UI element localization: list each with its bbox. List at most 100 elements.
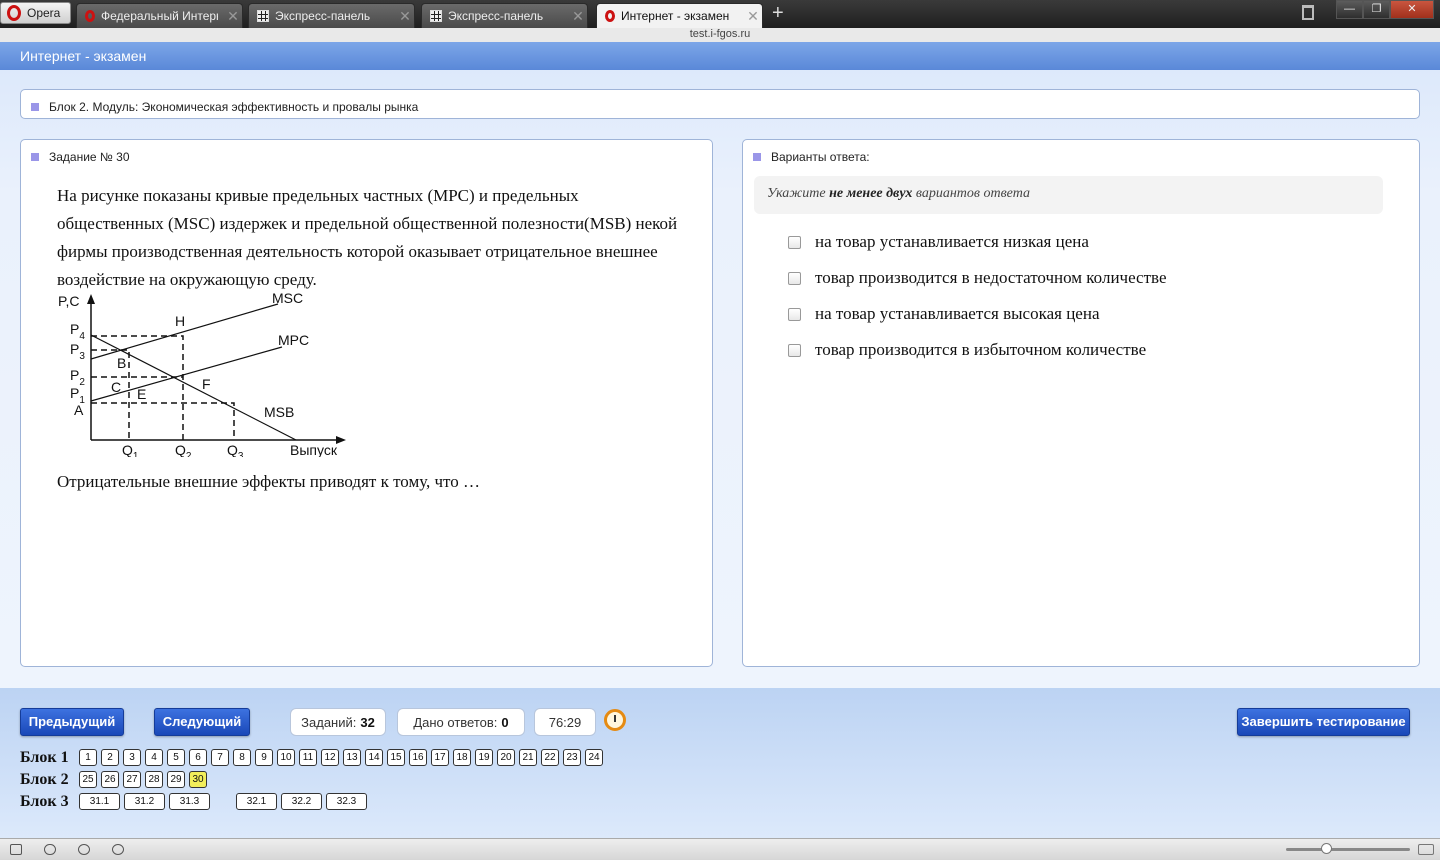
checkbox[interactable] bbox=[788, 343, 801, 357]
point-label-e: E bbox=[137, 386, 146, 402]
question-nav-button[interactable]: 31.2 bbox=[124, 793, 165, 810]
answer-option[interactable]: товар производится в избыточном количест… bbox=[753, 332, 1409, 368]
finish-test-button[interactable]: Завершить тестирование bbox=[1237, 708, 1410, 736]
y-axis-arrow bbox=[87, 294, 95, 304]
maximize-button[interactable]: ❐ bbox=[1363, 0, 1390, 19]
question-nav-button[interactable]: 21 bbox=[519, 749, 537, 766]
block-title: Блок 2. Модуль: Экономическая эффективно… bbox=[49, 100, 419, 114]
speed-dial-icon bbox=[257, 10, 269, 22]
tab-3[interactable]: Экспресс-панель ✕ bbox=[421, 3, 588, 28]
answer-option[interactable]: товар производится в недостаточном колич… bbox=[753, 260, 1409, 296]
prev-button[interactable]: Предыдущий bbox=[20, 708, 124, 736]
option-label[interactable]: на товар устанавливается высокая цена bbox=[815, 304, 1100, 324]
new-tab-button[interactable]: + bbox=[772, 2, 784, 25]
question-nav-button[interactable]: 32.1 bbox=[236, 793, 277, 810]
trash-icon[interactable] bbox=[1302, 5, 1314, 20]
next-button[interactable]: Следующий bbox=[154, 708, 250, 736]
x-tick-q1: Q1 bbox=[122, 442, 139, 457]
close-tab-icon[interactable]: ✕ bbox=[569, 8, 587, 25]
bullet-icon bbox=[753, 153, 761, 161]
option-label[interactable]: на товар устанавливается низкая цена bbox=[815, 232, 1089, 252]
option-label[interactable]: товар производится в недостаточном колич… bbox=[815, 268, 1167, 288]
question-nav-button[interactable]: 7 bbox=[211, 749, 229, 766]
checkbox[interactable] bbox=[788, 271, 801, 285]
question-nav-button[interactable]: 26 bbox=[101, 771, 119, 788]
opera-menu-label: Opera bbox=[27, 6, 61, 20]
x-axis-label: Выпуск bbox=[290, 442, 338, 457]
tab-4-active[interactable]: Интернет - экзамен ✕ bbox=[596, 3, 763, 28]
minimize-button[interactable]: — bbox=[1336, 0, 1363, 19]
panel-toggle-icon[interactable] bbox=[10, 844, 22, 855]
tab-2[interactable]: Экспресс-панель ✕ bbox=[248, 3, 415, 28]
opera-icon bbox=[85, 10, 95, 22]
opera-menu-button[interactable]: Opera bbox=[0, 2, 71, 24]
zoom-reset-icon[interactable] bbox=[1418, 844, 1434, 855]
question-nav-button[interactable]: 23 bbox=[563, 749, 581, 766]
question-nav-button[interactable]: 10 bbox=[277, 749, 295, 766]
curve-label-msc: MSC bbox=[272, 292, 303, 306]
browser-tab-bar: Opera Федеральный Интерн... ✕ Экспресс-п… bbox=[0, 0, 1440, 28]
tab-title: Интернет - экзамен bbox=[621, 9, 730, 23]
question-nav-button[interactable]: 31.3 bbox=[169, 793, 210, 810]
question-nav-button[interactable]: 6 bbox=[189, 749, 207, 766]
checkbox[interactable] bbox=[788, 235, 801, 249]
point-label-f: F bbox=[202, 376, 211, 392]
question-nav-button[interactable]: 19 bbox=[475, 749, 493, 766]
tab-title: Федеральный Интерн... bbox=[101, 9, 218, 23]
question-nav-button[interactable]: 32.2 bbox=[281, 793, 322, 810]
question-nav-button[interactable]: 30 bbox=[189, 771, 207, 788]
tasks-label: Заданий: bbox=[301, 714, 357, 730]
question-nav-button[interactable]: 14 bbox=[365, 749, 383, 766]
question-nav-button[interactable]: 22 bbox=[541, 749, 559, 766]
tasks-value: 32 bbox=[360, 714, 375, 730]
answer-option[interactable]: на товар устанавливается высокая цена bbox=[753, 296, 1409, 332]
close-tab-icon[interactable]: ✕ bbox=[224, 8, 242, 25]
cloud-icon[interactable] bbox=[44, 844, 56, 855]
question-nav-button[interactable]: 16 bbox=[409, 749, 427, 766]
block-1-nav: 1 2 3 4 5 6 7 8 9 10 11 12 13 14 15 16 17 18 19 20 21 22 23 24 bbox=[79, 749, 603, 766]
close-tab-icon[interactable]: ✕ bbox=[744, 8, 762, 25]
question-nav-button[interactable]: 25 bbox=[79, 771, 97, 788]
option-label[interactable]: товар производится в избыточном количест… bbox=[815, 340, 1146, 360]
question-nav-button[interactable]: 27 bbox=[123, 771, 141, 788]
y-axis-label: P,C bbox=[58, 293, 80, 309]
question-nav-button[interactable]: 9 bbox=[255, 749, 273, 766]
answer-hint: Укажите не менее двух вариантов ответа bbox=[754, 176, 1383, 214]
question-nav-button[interactable]: 31.1 bbox=[79, 793, 120, 810]
turbo-icon[interactable] bbox=[112, 844, 124, 855]
alarm-clock-icon bbox=[604, 709, 626, 731]
tab-1[interactable]: Федеральный Интерн... ✕ bbox=[76, 3, 243, 28]
question-nav-button[interactable]: 8 bbox=[233, 749, 251, 766]
question-nav-button[interactable]: 1 bbox=[79, 749, 97, 766]
zoom-slider-knob[interactable] bbox=[1321, 843, 1332, 854]
question-nav-button[interactable]: 24 bbox=[585, 749, 603, 766]
close-window-button[interactable]: ✕ bbox=[1390, 0, 1434, 19]
question-nav-button[interactable]: 3 bbox=[123, 749, 141, 766]
question-nav-button[interactable]: 29 bbox=[167, 771, 185, 788]
question-nav-button[interactable]: 12 bbox=[321, 749, 339, 766]
address-bar[interactable]: test.i-fgos.ru bbox=[0, 28, 1440, 42]
y-tick-p3: P3 bbox=[70, 341, 85, 362]
status-bar bbox=[0, 838, 1440, 860]
question-nav-button[interactable]: 5 bbox=[167, 749, 185, 766]
question-nav-button[interactable]: 17 bbox=[431, 749, 449, 766]
answer-option[interactable]: на товар устанавливается низкая цена bbox=[753, 224, 1409, 260]
question-panel: Задание № 30 На рисунке показаны кривые … bbox=[20, 139, 713, 667]
question-nav-button[interactable]: 20 bbox=[497, 749, 515, 766]
block-2-nav: 25 26 27 28 29 30 bbox=[79, 771, 207, 788]
question-nav-button[interactable]: 32.3 bbox=[326, 793, 367, 810]
question-nav-button[interactable]: 13 bbox=[343, 749, 361, 766]
question-nav-button[interactable]: 28 bbox=[145, 771, 163, 788]
bottom-bar: Предыдущий Следующий Заданий: 32 Дано отв… bbox=[0, 688, 1440, 838]
curve-label-msb: MSB bbox=[264, 404, 294, 420]
question-nav-button[interactable]: 11 bbox=[299, 749, 317, 766]
question-nav-button[interactable]: 15 bbox=[387, 749, 405, 766]
zoom-slider[interactable] bbox=[1286, 848, 1410, 851]
point-label-b: B bbox=[117, 355, 126, 371]
share-icon[interactable] bbox=[78, 844, 90, 855]
question-nav-button[interactable]: 18 bbox=[453, 749, 471, 766]
question-nav-button[interactable]: 4 bbox=[145, 749, 163, 766]
checkbox[interactable] bbox=[788, 307, 801, 321]
close-tab-icon[interactable]: ✕ bbox=[396, 8, 414, 25]
question-nav-button[interactable]: 2 bbox=[101, 749, 119, 766]
